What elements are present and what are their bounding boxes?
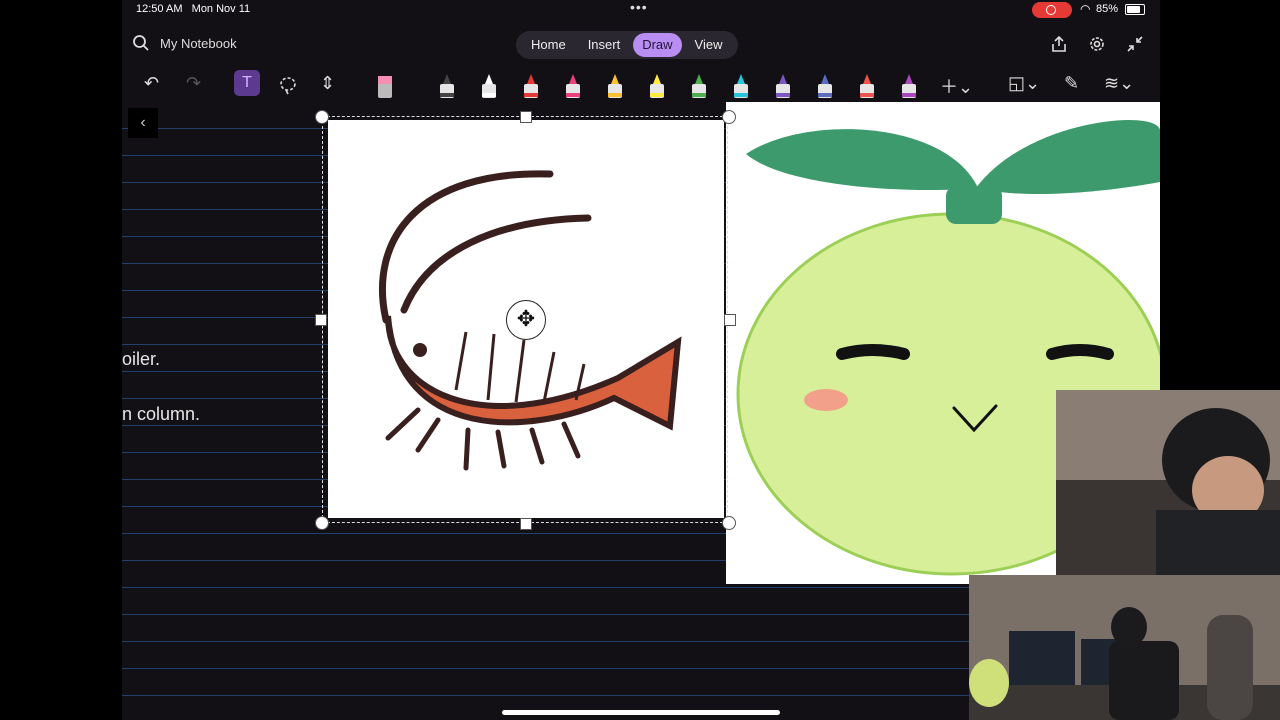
settings-gear-icon[interactable] <box>1088 35 1106 53</box>
status-time: 12:50 AM Mon Nov 11 <box>136 3 251 15</box>
shapes-icon[interactable]: ◱⌄ <box>1008 73 1040 94</box>
share-icon[interactable] <box>1050 35 1068 53</box>
collapse-arrows-icon[interactable] <box>1126 35 1144 53</box>
screen-record-icon[interactable] <box>1032 2 1072 18</box>
notebook-header: My Notebook <box>132 34 237 52</box>
pen-tool-icon[interactable] <box>902 74 916 100</box>
note-text-line[interactable]: n column. <box>122 404 200 425</box>
collapse-sidebar-button[interactable]: ‹ <box>128 108 158 138</box>
pen-tool-icon[interactable] <box>776 74 790 100</box>
pen-tool-icon[interactable] <box>650 74 664 100</box>
more-options-icon[interactable]: ≋⌄ <box>1104 73 1134 94</box>
wifi-icon: ◠ <box>1080 2 1091 16</box>
pen-tool-icon[interactable] <box>440 74 454 100</box>
resize-handle-right[interactable] <box>724 314 736 326</box>
pen-tool-icon[interactable] <box>734 74 748 100</box>
lasso-select-icon[interactable] <box>278 75 298 95</box>
pen-tool-icon[interactable] <box>692 74 706 100</box>
undo-icon[interactable]: ↶ <box>144 73 159 94</box>
battery-icon <box>1125 4 1145 15</box>
notebook-name[interactable]: My Notebook <box>160 36 237 51</box>
eraser-icon[interactable] <box>378 74 392 100</box>
add-pen-icon[interactable]: ＋⌄ <box>940 73 973 99</box>
resize-handle-bottom-left[interactable] <box>315 516 329 530</box>
status-bar: 12:50 AM Mon Nov 11 ••• ◠ 85% <box>122 0 1160 20</box>
resize-handle-bottom-right[interactable] <box>722 516 736 530</box>
ink-to-shape-icon[interactable]: ✎ <box>1064 73 1079 94</box>
pen-tool-icon[interactable] <box>566 74 580 100</box>
roomcam-overlay <box>969 575 1280 720</box>
top-right-icons <box>1050 35 1144 53</box>
resize-handle-top-left[interactable] <box>315 110 329 124</box>
draw-toolbar: ↶ ↷ T ⇕ ＋⌄ ◱⌄ ✎ ≋⌄ <box>122 70 1160 100</box>
search-icon[interactable] <box>132 34 150 52</box>
resize-handle-left[interactable] <box>315 314 327 326</box>
type-text-icon[interactable]: T <box>234 70 260 96</box>
pen-tool-icon[interactable] <box>524 74 538 100</box>
tab-view[interactable]: View <box>686 33 732 57</box>
redo-icon[interactable]: ↷ <box>186 73 201 94</box>
pen-tool-icon[interactable] <box>818 74 832 100</box>
ribbon-tabs: Home Insert Draw View <box>516 31 738 59</box>
resize-handle-bottom[interactable] <box>520 518 532 530</box>
resize-handle-top-right[interactable] <box>722 110 736 124</box>
move-cursor-icon[interactable]: ✥ <box>506 300 546 340</box>
multitask-dots-icon[interactable]: ••• <box>630 0 648 15</box>
tab-draw[interactable]: Draw <box>633 33 682 57</box>
facecam-overlay <box>1056 390 1280 575</box>
pen-tool-icon[interactable] <box>860 74 874 100</box>
resize-handle-top[interactable] <box>520 111 532 123</box>
pen-tool-icon[interactable] <box>608 74 622 100</box>
battery-percent: 85% <box>1096 3 1119 15</box>
note-text-line[interactable]: oiler. <box>122 349 160 370</box>
tab-insert[interactable]: Insert <box>579 33 630 57</box>
home-indicator[interactable] <box>502 710 780 715</box>
tab-home[interactable]: Home <box>522 33 575 57</box>
pen-tool-icon[interactable] <box>482 74 496 100</box>
insert-space-icon[interactable]: ⇕ <box>320 73 335 94</box>
